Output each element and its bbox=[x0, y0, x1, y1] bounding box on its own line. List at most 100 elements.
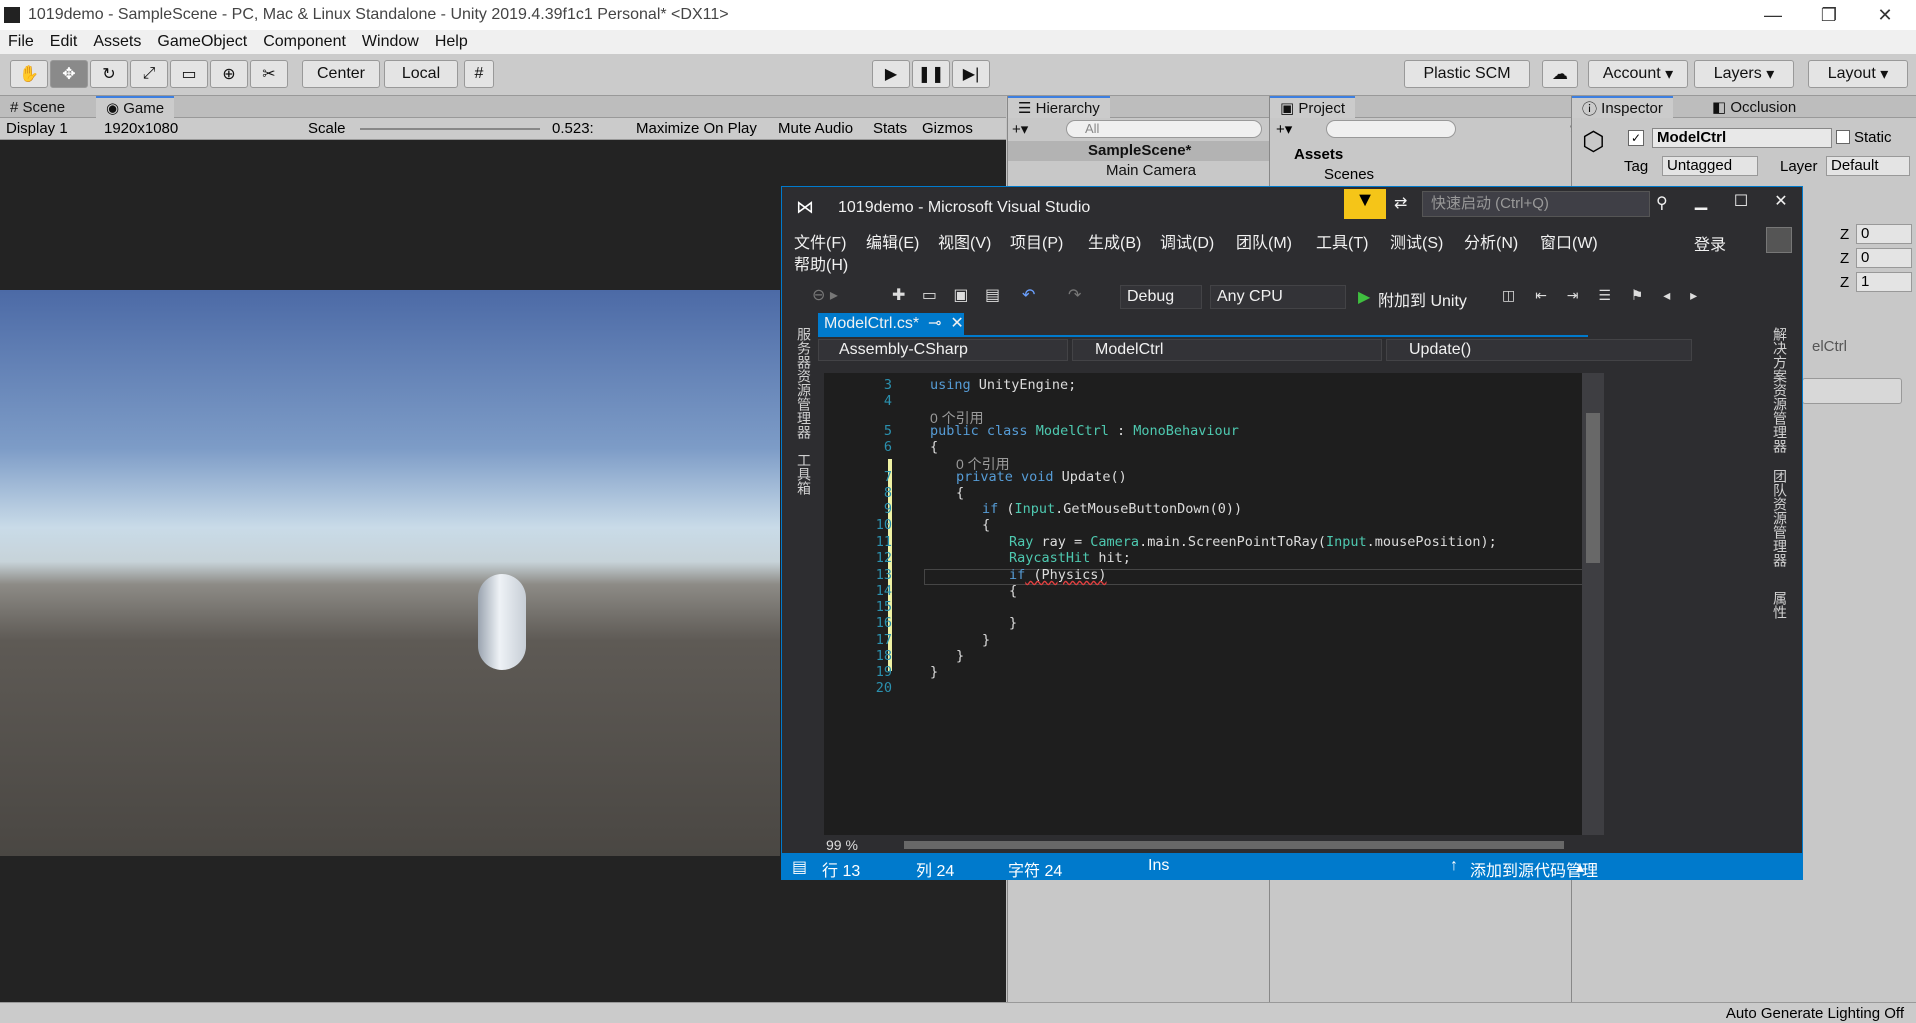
quick-launch-input[interactable]: 快速启动 (Ctrl+Q) bbox=[1422, 191, 1650, 217]
tab-hierarchy[interactable]: ☰ Hierarchy bbox=[1008, 96, 1110, 118]
position-z-field[interactable]: 0 bbox=[1856, 224, 1912, 244]
script-field[interactable]: elCtrl bbox=[1812, 338, 1847, 355]
assets-folder[interactable]: Assets bbox=[1294, 146, 1343, 163]
layers-dropdown[interactable]: Layers ▾ bbox=[1694, 60, 1794, 88]
horizontal-scrollbar[interactable] bbox=[904, 841, 1564, 849]
rotation-z-field[interactable]: 0 bbox=[1856, 248, 1912, 268]
project-search-input[interactable] bbox=[1326, 120, 1456, 138]
create-button[interactable]: +▾ bbox=[1012, 120, 1028, 138]
platform-dropdown[interactable]: Any CPU bbox=[1210, 285, 1346, 309]
vs-menu-debug[interactable]: 调试(D) bbox=[1160, 229, 1214, 253]
scenes-folder[interactable]: Scenes bbox=[1324, 166, 1374, 183]
team-explorer-tab[interactable]: 团队资源管理器 bbox=[1770, 469, 1790, 567]
pause-button[interactable]: ❚❚ bbox=[912, 60, 950, 88]
grid-snap-icon[interactable]: # bbox=[464, 60, 494, 88]
tab-game[interactable]: ◉ Game bbox=[96, 96, 175, 118]
server-explorer-tab[interactable]: 服务器资源管理器 bbox=[794, 327, 814, 439]
menu-help[interactable]: Help bbox=[427, 33, 476, 51]
vs-menu-tools[interactable]: 工具(T) bbox=[1316, 229, 1368, 253]
static-checkbox[interactable] bbox=[1836, 130, 1850, 144]
stats-toggle[interactable]: Stats bbox=[873, 120, 907, 137]
config-dropdown[interactable]: Debug bbox=[1120, 285, 1202, 309]
project-nav-dropdown[interactable]: Assembly-CSharp bbox=[818, 339, 1068, 361]
hand-tool-icon[interactable]: ✋ bbox=[10, 60, 48, 88]
toolbox-tab[interactable]: 工具箱 bbox=[794, 453, 814, 495]
redo-icon[interactable]: ↷ bbox=[1068, 285, 1081, 305]
play-button[interactable]: ▶ bbox=[872, 60, 910, 88]
vs-menu-test[interactable]: 测试(S) bbox=[1390, 229, 1443, 253]
member-nav-dropdown[interactable]: Update() bbox=[1386, 339, 1692, 361]
pivot-center-button[interactable]: Center bbox=[302, 60, 380, 88]
restore-button[interactable]: ❐ bbox=[1806, 2, 1852, 28]
menu-window[interactable]: Window bbox=[354, 33, 427, 51]
vs-login-link[interactable]: 登录 bbox=[1694, 231, 1726, 255]
class-nav-dropdown[interactable]: ModelCtrl bbox=[1072, 339, 1382, 361]
file-tab-modelctrl[interactable]: ModelCtrl.cs* ⊸ ✕ bbox=[818, 313, 964, 335]
vertical-scroll-thumb[interactable] bbox=[1586, 413, 1600, 563]
vs-menu-edit[interactable]: 编辑(E) bbox=[866, 229, 919, 253]
attach-unity-button[interactable]: 附加到 Unity bbox=[1378, 287, 1467, 311]
vs-menu-file[interactable]: 文件(F) bbox=[794, 229, 846, 253]
vs-menu-help[interactable]: 帮助(H) bbox=[794, 251, 848, 275]
vs-menu-view[interactable]: 视图(V) bbox=[938, 229, 991, 253]
vs-maximize-button[interactable]: ☐ bbox=[1726, 191, 1756, 215]
object-name-field[interactable]: ModelCtrl bbox=[1652, 128, 1832, 148]
undo-icon[interactable]: ↶ bbox=[1022, 285, 1035, 305]
move-tool-icon[interactable]: ✥ bbox=[50, 60, 88, 88]
pivot-local-button[interactable]: Local bbox=[384, 60, 458, 88]
tab-project[interactable]: ▣ Project bbox=[1270, 96, 1356, 118]
hierarchy-item-main-camera[interactable]: Main Camera bbox=[1106, 162, 1196, 179]
feedback-icon[interactable]: ⇄ bbox=[1394, 193, 1407, 213]
tag-dropdown[interactable]: Untagged bbox=[1662, 156, 1758, 176]
vs-menu-team[interactable]: 团队(M) bbox=[1236, 229, 1292, 253]
hierarchy-search-input[interactable]: All bbox=[1066, 120, 1262, 138]
vs-close-button[interactable]: ✕ bbox=[1766, 191, 1796, 215]
layout-dropdown[interactable]: Layout ▾ bbox=[1808, 60, 1908, 88]
output-icon[interactable]: ▤ bbox=[792, 857, 807, 877]
menu-file[interactable]: File bbox=[0, 33, 42, 51]
layer-dropdown[interactable]: Default bbox=[1826, 156, 1910, 176]
display-dropdown[interactable]: Display 1 bbox=[6, 120, 68, 137]
menu-edit[interactable]: Edit bbox=[42, 33, 86, 51]
cloud-icon[interactable]: ☁ bbox=[1542, 60, 1578, 88]
vs-menu-analyze[interactable]: 分析(N) bbox=[1464, 229, 1518, 253]
vs-menu-window[interactable]: 窗口(W) bbox=[1540, 229, 1598, 253]
close-button[interactable]: ✕ bbox=[1862, 2, 1908, 28]
resolution-dropdown[interactable]: 1920x1080 bbox=[104, 120, 178, 137]
mute-audio-toggle[interactable]: Mute Audio bbox=[778, 120, 853, 137]
minimize-button[interactable]: — bbox=[1750, 2, 1796, 28]
tab-scene[interactable]: # Scene bbox=[0, 96, 75, 118]
rect-tool-icon[interactable]: ▭ bbox=[170, 60, 208, 88]
menu-component[interactable]: Component bbox=[255, 33, 354, 51]
properties-tab[interactable]: 属性 bbox=[1770, 591, 1790, 619]
gizmos-dropdown[interactable]: Gizmos bbox=[922, 120, 973, 137]
zoom-dropdown[interactable]: 99 % bbox=[826, 837, 886, 853]
menu-gameobject[interactable]: GameObject bbox=[149, 33, 255, 51]
account-dropdown[interactable]: Account ▾ bbox=[1588, 60, 1688, 88]
rotate-tool-icon[interactable]: ↻ bbox=[90, 60, 128, 88]
plastic-scm-button[interactable]: Plastic SCM bbox=[1404, 60, 1530, 88]
editor-toolbar-icons[interactable]: ◫ ⇤ ⇥ ☰ ⚑ ◂ ▸ bbox=[1502, 287, 1705, 304]
scale-tool-icon[interactable]: ⤢ bbox=[130, 60, 168, 88]
menu-assets[interactable]: Assets bbox=[85, 33, 149, 51]
vs-menu-project[interactable]: 项目(P) bbox=[1010, 229, 1063, 253]
solution-explorer-tab[interactable]: 解决方案资源管理器 bbox=[1770, 327, 1790, 453]
transform-tool-icon[interactable]: ⊕ bbox=[210, 60, 248, 88]
tab-occlusion[interactable]: ◧ Occlusion bbox=[1702, 96, 1806, 118]
maximize-on-play-toggle[interactable]: Maximize On Play bbox=[636, 120, 757, 137]
start-debug-icon[interactable]: ▶ bbox=[1358, 287, 1370, 307]
vs-minimize-button[interactable]: ▁ bbox=[1686, 191, 1716, 215]
account-avatar[interactable] bbox=[1766, 227, 1792, 253]
notification-filter-icon[interactable]: ▼ bbox=[1344, 189, 1386, 219]
scene-root-item[interactable]: SampleScene* bbox=[1088, 142, 1191, 159]
scale-slider[interactable] bbox=[360, 128, 540, 130]
add-component-button[interactable] bbox=[1802, 378, 1902, 404]
vs-menu-build[interactable]: 生成(B) bbox=[1088, 229, 1141, 253]
step-button[interactable]: ▶| bbox=[952, 60, 990, 88]
code-editor[interactable]: 3 4 5 6 7 8 9 10 11 12 13 14 15 16 17 18… bbox=[824, 373, 1604, 855]
custom-tool-icon[interactable]: ✂ bbox=[250, 60, 288, 88]
project-create-button[interactable]: +▾ bbox=[1276, 120, 1292, 138]
active-checkbox[interactable]: ✓ bbox=[1628, 130, 1644, 146]
nav-back-icon[interactable]: ⊖ ▸ bbox=[812, 285, 838, 305]
tab-inspector[interactable]: ⓘ Inspector bbox=[1572, 96, 1673, 118]
